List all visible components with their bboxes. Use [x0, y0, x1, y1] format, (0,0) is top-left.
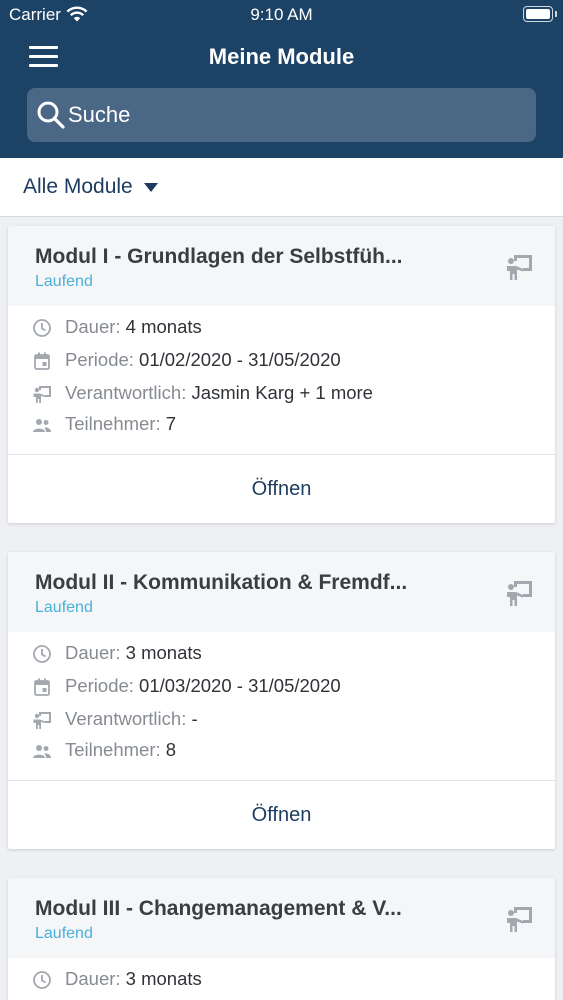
clock-time: 9:10 AM — [250, 5, 313, 24]
card-header: Modul II - Kommunikation & Fremdf... Lau… — [8, 552, 555, 632]
teacher-icon — [33, 712, 51, 729]
responsible-value: - — [191, 708, 198, 729]
calendar-icon — [34, 352, 50, 370]
module-filter-dropdown[interactable]: Alle Module — [23, 175, 133, 199]
status-label: Laufend — [35, 599, 93, 616]
status-label: Laufend — [35, 273, 93, 290]
duration-label: Dauer: — [65, 316, 121, 337]
filter-bar: Alle Module — [0, 158, 563, 217]
participants-value: 7 — [165, 413, 177, 434]
app-header: Carrier 9:10 AM Meine Module — [0, 0, 563, 158]
card-header: Modul III - Changemanagement & V... Lauf… — [8, 878, 555, 958]
battery-icon — [523, 6, 557, 22]
clock-icon — [33, 319, 51, 337]
period-label: Periode: — [65, 349, 134, 370]
duration-value: 4 monats — [125, 316, 202, 337]
module-title[interactable]: Modul II - Kommunikation & Fremdf... — [35, 571, 485, 595]
teacher-board-icon — [507, 907, 532, 932]
teacher-board-icon — [507, 255, 532, 280]
duration-value: 3 monats — [125, 642, 202, 663]
duration-value: 3 monats — [125, 968, 202, 989]
card-header: Modul I - Grundlagen der Selbstfüh... La… — [8, 226, 555, 306]
page-title: Meine Module — [208, 44, 355, 69]
module-card: Modul I - Grundlagen der Selbstfüh... La… — [8, 226, 555, 523]
responsible-label: Verantwortlich: — [65, 382, 187, 403]
status-bar: Carrier 9:10 AM — [0, 0, 563, 30]
duration-label: Dauer: — [65, 642, 121, 663]
module-card: Modul II - Kommunikation & Fremdf... Lau… — [8, 552, 555, 849]
search-icon — [37, 101, 65, 129]
period-value: 01/02/2020 - 31/05/2020 — [139, 349, 341, 370]
module-title[interactable]: Modul III - Changemanagement & V... — [35, 897, 485, 921]
participants-value: 8 — [165, 739, 177, 760]
teacher-icon — [33, 386, 51, 403]
period-label: Periode: — [65, 675, 134, 696]
open-module-button[interactable]: Öffnen — [8, 455, 555, 523]
responsible-value: Jasmin Karg + 1 more — [191, 382, 373, 403]
duration-label: Dauer: — [65, 968, 121, 989]
module-card: Modul III - Changemanagement & V... Lauf… — [8, 878, 555, 1000]
period-value: 01/03/2020 - 31/05/2020 — [139, 675, 341, 696]
open-module-button[interactable]: Öffnen — [8, 781, 555, 849]
clock-icon — [33, 971, 51, 989]
people-icon — [33, 419, 51, 432]
status-label: Laufend — [35, 925, 93, 942]
caret-down-icon[interactable] — [144, 183, 158, 192]
module-title[interactable]: Modul I - Grundlagen der Selbstfüh... — [35, 245, 485, 269]
calendar-icon — [34, 678, 50, 696]
search-input[interactable] — [68, 100, 518, 130]
participants-label: Teilnehmer: — [65, 739, 161, 760]
participants-label: Teilnehmer: — [65, 413, 161, 434]
responsible-label: Verantwortlich: — [65, 708, 187, 729]
people-icon — [33, 745, 51, 758]
search-bar[interactable] — [27, 88, 536, 142]
clock-icon — [33, 645, 51, 663]
teacher-board-icon — [507, 581, 532, 606]
